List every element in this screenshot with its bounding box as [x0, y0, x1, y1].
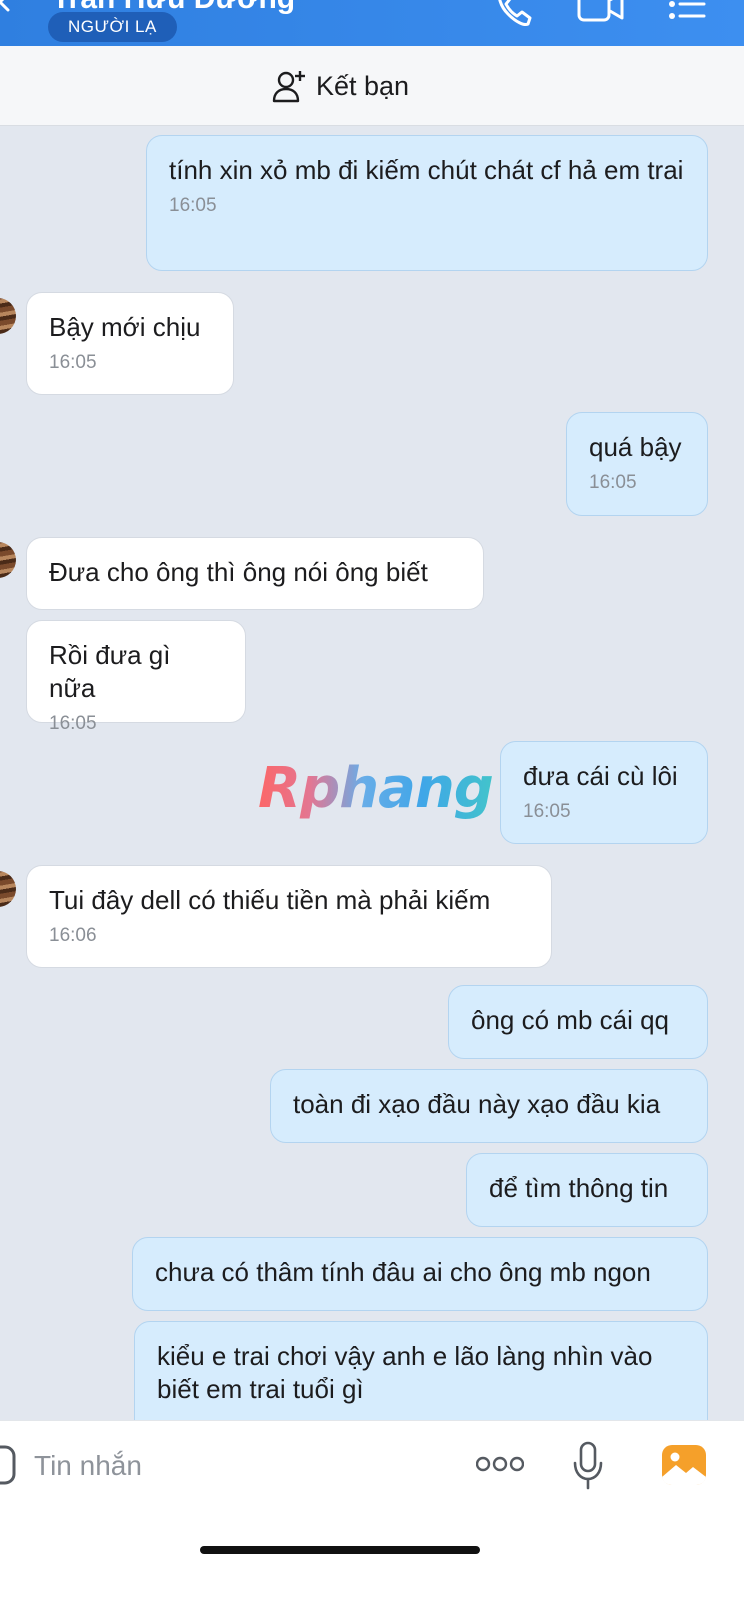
message-bubble-outgoing[interactable]: đưa cái cù lôi 16:05 [500, 741, 708, 844]
add-friend-bar: Kết bạn [0, 46, 744, 126]
message-input[interactable] [34, 1443, 434, 1489]
message-text: quá bậy [589, 432, 682, 462]
message-time: 16:05 [49, 352, 97, 373]
video-call-icon[interactable] [576, 0, 626, 32]
microphone-icon[interactable] [572, 1441, 604, 1491]
more-options-icon[interactable] [476, 1455, 524, 1473]
message-text: Rồi đưa gì nữa [49, 640, 171, 703]
message-text: tính xin xỏ mb đi kiếm chút chát cf hả e… [169, 155, 684, 185]
contact-avatar[interactable] [0, 298, 16, 334]
message-bubble-outgoing[interactable]: tính xin xỏ mb đi kiếm chút chát cf hả e… [146, 135, 708, 271]
message-bubble-outgoing[interactable]: ông có mb cái qq [448, 985, 708, 1059]
back-arrow-icon[interactable] [0, 0, 14, 12]
phone-icon[interactable] [494, 0, 534, 32]
message-bubble-incoming[interactable]: Tui đây dell có thiếu tiền mà phải kiếm … [26, 865, 552, 968]
message-text: chưa có thâm tính đâu ai cho ông mb ngon [155, 1257, 651, 1287]
message-bubble-outgoing[interactable]: toàn đi xạo đầu này xạo đầu kia [270, 1069, 708, 1143]
message-text: Đưa cho ông thì ông nói ông biết [49, 557, 428, 587]
message-bubble-incoming[interactable]: Bậy mới chịu 16:05 [26, 292, 234, 395]
message-time: 16:05 [523, 801, 571, 822]
message-time: 16:06 [49, 925, 97, 946]
image-gallery-icon[interactable] [660, 1443, 708, 1487]
add-person-icon [272, 71, 305, 103]
message-text: Bậy mới chịu [49, 312, 201, 342]
message-bubble-outgoing[interactable]: chưa có thâm tính đâu ai cho ông mb ngon [132, 1237, 708, 1311]
contact-avatar[interactable] [0, 871, 16, 907]
message-text: để tìm thông tin [489, 1173, 669, 1203]
home-indicator[interactable] [200, 1546, 480, 1554]
message-bubble-outgoing[interactable]: để tìm thông tin [466, 1153, 708, 1227]
chat-header: Trần Hữu Đương NGƯỜI LẠ [0, 0, 744, 46]
message-time: 16:05 [49, 713, 97, 734]
watermark-logo: Rphang [258, 756, 494, 821]
menu-list-icon[interactable] [668, 0, 708, 32]
add-friend-button[interactable]: Kết bạn [272, 66, 409, 106]
sticker-icon[interactable] [0, 1443, 18, 1487]
message-text: Tui đây dell có thiếu tiền mà phải kiếm [49, 885, 491, 915]
message-text: toàn đi xạo đầu này xạo đầu kia [293, 1089, 661, 1119]
message-time: 16:05 [169, 195, 217, 216]
message-bubble-incoming[interactable]: Rồi đưa gì nữa 16:05 [26, 620, 246, 734]
message-text: kiểu e trai chơi vậy anh e lão làng nhìn… [157, 1341, 653, 1404]
message-bubble-outgoing[interactable]: quá bậy 16:05 [566, 412, 708, 516]
message-text: ông có mb cái qq [471, 1005, 670, 1035]
message-time: 16:05 [589, 472, 637, 493]
stranger-badge: NGƯỜI LẠ [48, 12, 177, 42]
add-friend-label: Kết bạn [316, 70, 410, 101]
message-bubble-incoming[interactable]: Đưa cho ông thì ông nói ông biết [26, 537, 484, 610]
contact-avatar[interactable] [0, 542, 16, 578]
message-composer [0, 1420, 744, 1600]
message-text: đưa cái cù lôi [523, 761, 678, 791]
